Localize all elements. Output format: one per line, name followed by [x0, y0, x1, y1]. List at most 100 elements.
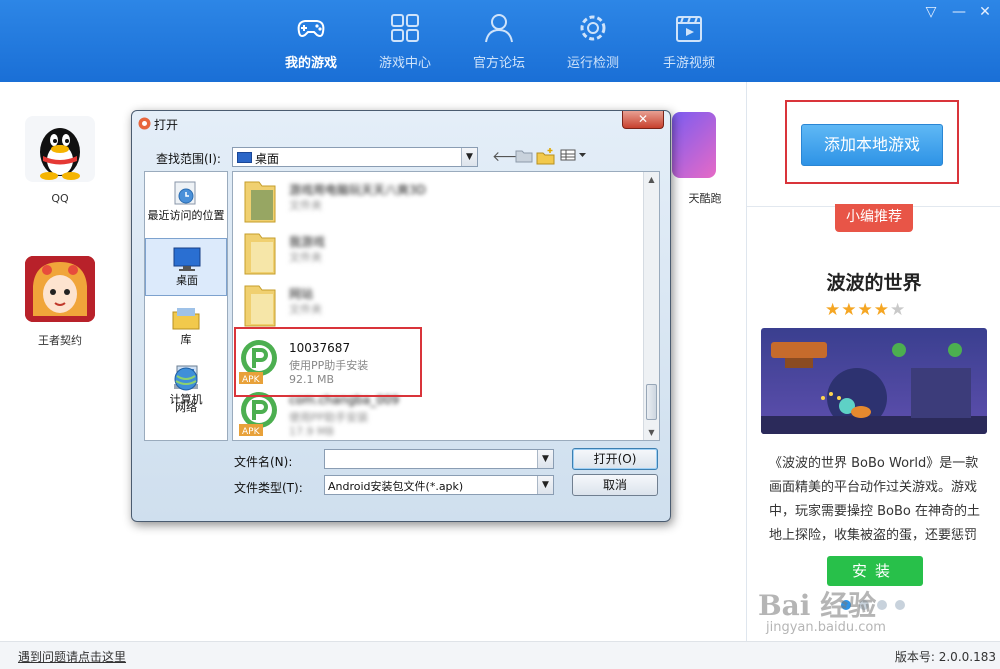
- watermark-url: jingyan.baidu.com: [766, 620, 886, 635]
- game-tile-qq[interactable]: QQ: [20, 116, 100, 205]
- places-bar: 最近访问的位置 桌面 库 计算机 网络: [144, 171, 228, 441]
- file-row[interactable]: 网站 文件夹: [237, 280, 637, 332]
- nav-game-center[interactable]: 游戏中心: [360, 10, 450, 76]
- view-menu-icon[interactable]: [560, 147, 588, 167]
- watermark-brand: Bai 经验: [758, 589, 877, 622]
- look-in-dropdown[interactable]: 桌面 ▼: [232, 147, 478, 167]
- nav-label: 运行检测: [566, 56, 619, 71]
- help-link[interactable]: 遇到问题请点击这里: [18, 648, 126, 665]
- qq-penguin-icon: [25, 116, 95, 182]
- nav-videos[interactable]: 手游视频: [644, 10, 734, 76]
- right-panel: 添加本地游戏 小编推荐 波波的世界 ★★★★★ 《波波的世界 BoBo Worl…: [746, 82, 1000, 641]
- chevron-down-icon: ▼: [537, 450, 553, 468]
- recommended-game-title: 波波的世界: [826, 272, 922, 294]
- rating-stars: ★★★★★: [825, 300, 925, 320]
- film-icon: [676, 16, 702, 42]
- game-thumbnail: [25, 256, 95, 322]
- file-list-scrollbar[interactable]: ▲ ▼: [643, 172, 659, 440]
- file-type: 文件夹: [289, 251, 322, 264]
- desc-line: 中，玩家需要操控 BoBo 在神奇的土: [769, 504, 981, 519]
- app-logo-icon: [138, 117, 151, 130]
- open-button[interactable]: 打开(O): [572, 448, 658, 470]
- scroll-thumb[interactable]: [646, 384, 657, 420]
- file-type: 文件夹: [289, 303, 322, 316]
- folder-icon: [244, 233, 276, 275]
- dialog-close-button[interactable]: ✕: [622, 111, 664, 129]
- nav-my-games[interactable]: 我的游戏: [266, 10, 356, 76]
- file-type: 使用PP助手安装: [289, 411, 369, 424]
- place-label: 网络: [175, 401, 197, 414]
- baidu-watermark: Bai 经验 jingyan.baidu.com: [752, 584, 972, 644]
- desktop-icon: [237, 152, 252, 163]
- version-label: 版本号: 2.0.0.183: [894, 650, 996, 664]
- star-icon: ★: [857, 300, 874, 320]
- up-folder-icon[interactable]: [514, 147, 534, 167]
- install-button[interactable]: 安装: [827, 556, 923, 586]
- look-in-value: 桌面: [255, 152, 280, 166]
- grid-icon: [391, 14, 419, 42]
- file-name: 我游戏: [289, 235, 326, 249]
- user-icon: [485, 14, 513, 43]
- game-name: 天酷跑: [688, 192, 722, 205]
- filetype-value: Android安装包文件(*.apk): [328, 480, 464, 493]
- desc-line: 画面精美的平台动作过关游戏。游戏: [769, 480, 978, 495]
- star-icon: ★: [890, 300, 907, 320]
- place-label: 桌面: [176, 274, 198, 287]
- nav-run-check[interactable]: 运行检测: [548, 10, 638, 76]
- gear-icon: [580, 15, 606, 41]
- menu-dropdown-icon[interactable]: ▽: [922, 4, 940, 20]
- top-nav: 我的游戏 游戏中心 官方论坛 运行检测 手游视频 ▽ — ✕: [0, 0, 1000, 82]
- nav-forum[interactable]: 官方论坛: [454, 10, 544, 76]
- scroll-down-icon[interactable]: ▼: [644, 425, 659, 440]
- open-file-dialog: 打开 ✕ 查找范围(I): 桌面 ▼ 🡐 最近访问的位置 桌面 库 计算机 网络…: [131, 110, 671, 522]
- file-row[interactable]: 我游戏 文件夹: [237, 228, 637, 280]
- place-library[interactable]: 库: [145, 298, 227, 356]
- chevron-down-icon: ▼: [537, 476, 553, 494]
- place-recent[interactable]: 最近访问的位置: [145, 174, 227, 236]
- look-in-label: 查找范围(I):: [156, 152, 221, 166]
- gamepad-icon: [297, 20, 325, 37]
- recommend-tag: 小编推荐: [835, 204, 913, 232]
- filename-input[interactable]: ▼: [324, 449, 554, 469]
- desktop-icon: [173, 247, 201, 271]
- pp-apk-icon: APK: [239, 392, 277, 437]
- cancel-button[interactable]: 取消: [572, 474, 658, 496]
- game-name: 王者契约: [38, 334, 82, 347]
- game-tile-wangzhe[interactable]: 王者契约: [20, 256, 100, 348]
- desc-line: 《波波的世界 BoBo World》是一款: [769, 456, 979, 471]
- game-name: QQ: [51, 192, 69, 205]
- file-name: 网站: [289, 287, 314, 301]
- dialog-title: 打开: [154, 118, 179, 132]
- file-type: 文件夹: [289, 199, 322, 212]
- highlight-box-apk-file: [234, 327, 422, 397]
- game-thumbnail: [672, 112, 716, 178]
- new-folder-icon[interactable]: [536, 147, 556, 167]
- filetype-label: 文件类型(T):: [234, 481, 303, 495]
- filename-label: 文件名(N):: [234, 455, 293, 469]
- svg-text:APK: APK: [242, 427, 261, 437]
- nav-label: 官方论坛: [472, 56, 525, 71]
- place-label: 库: [180, 333, 192, 346]
- file-row[interactable]: 游戏用电脑玩天天八爽3D 文件夹: [237, 176, 637, 228]
- star-icon: ★: [873, 300, 890, 320]
- scroll-up-icon[interactable]: ▲: [644, 172, 659, 187]
- nav-label: 我的游戏: [284, 56, 337, 71]
- file-list: 游戏用电脑玩天天八爽3D 文件夹 我游戏 文件夹 网站 文件夹 APK 1003…: [232, 171, 660, 441]
- network-icon: [174, 367, 198, 391]
- close-icon[interactable]: ✕: [976, 4, 994, 20]
- status-bar: 遇到问题请点击这里 版本号: 2.0.0.183: [0, 641, 1000, 669]
- place-label: 最近访问的位置: [147, 209, 225, 222]
- chevron-down-icon: ▼: [461, 148, 477, 166]
- file-size: 17.9 MB: [289, 425, 335, 438]
- place-desktop[interactable]: 桌面: [145, 238, 227, 296]
- folder-icon: [244, 285, 276, 327]
- place-network[interactable]: 网络: [145, 367, 227, 440]
- file-name: 游戏用电脑玩天天八爽3D: [289, 183, 426, 197]
- filetype-select[interactable]: Android安装包文件(*.apk) ▼: [324, 475, 554, 495]
- minimize-icon[interactable]: —: [950, 4, 968, 20]
- nav-label: 手游视频: [662, 56, 715, 71]
- nav-label: 游戏中心: [378, 56, 431, 71]
- back-arrow-icon[interactable]: 🡐: [492, 147, 530, 167]
- recommended-game-banner[interactable]: [761, 328, 987, 434]
- highlight-box-add-button: [785, 100, 959, 184]
